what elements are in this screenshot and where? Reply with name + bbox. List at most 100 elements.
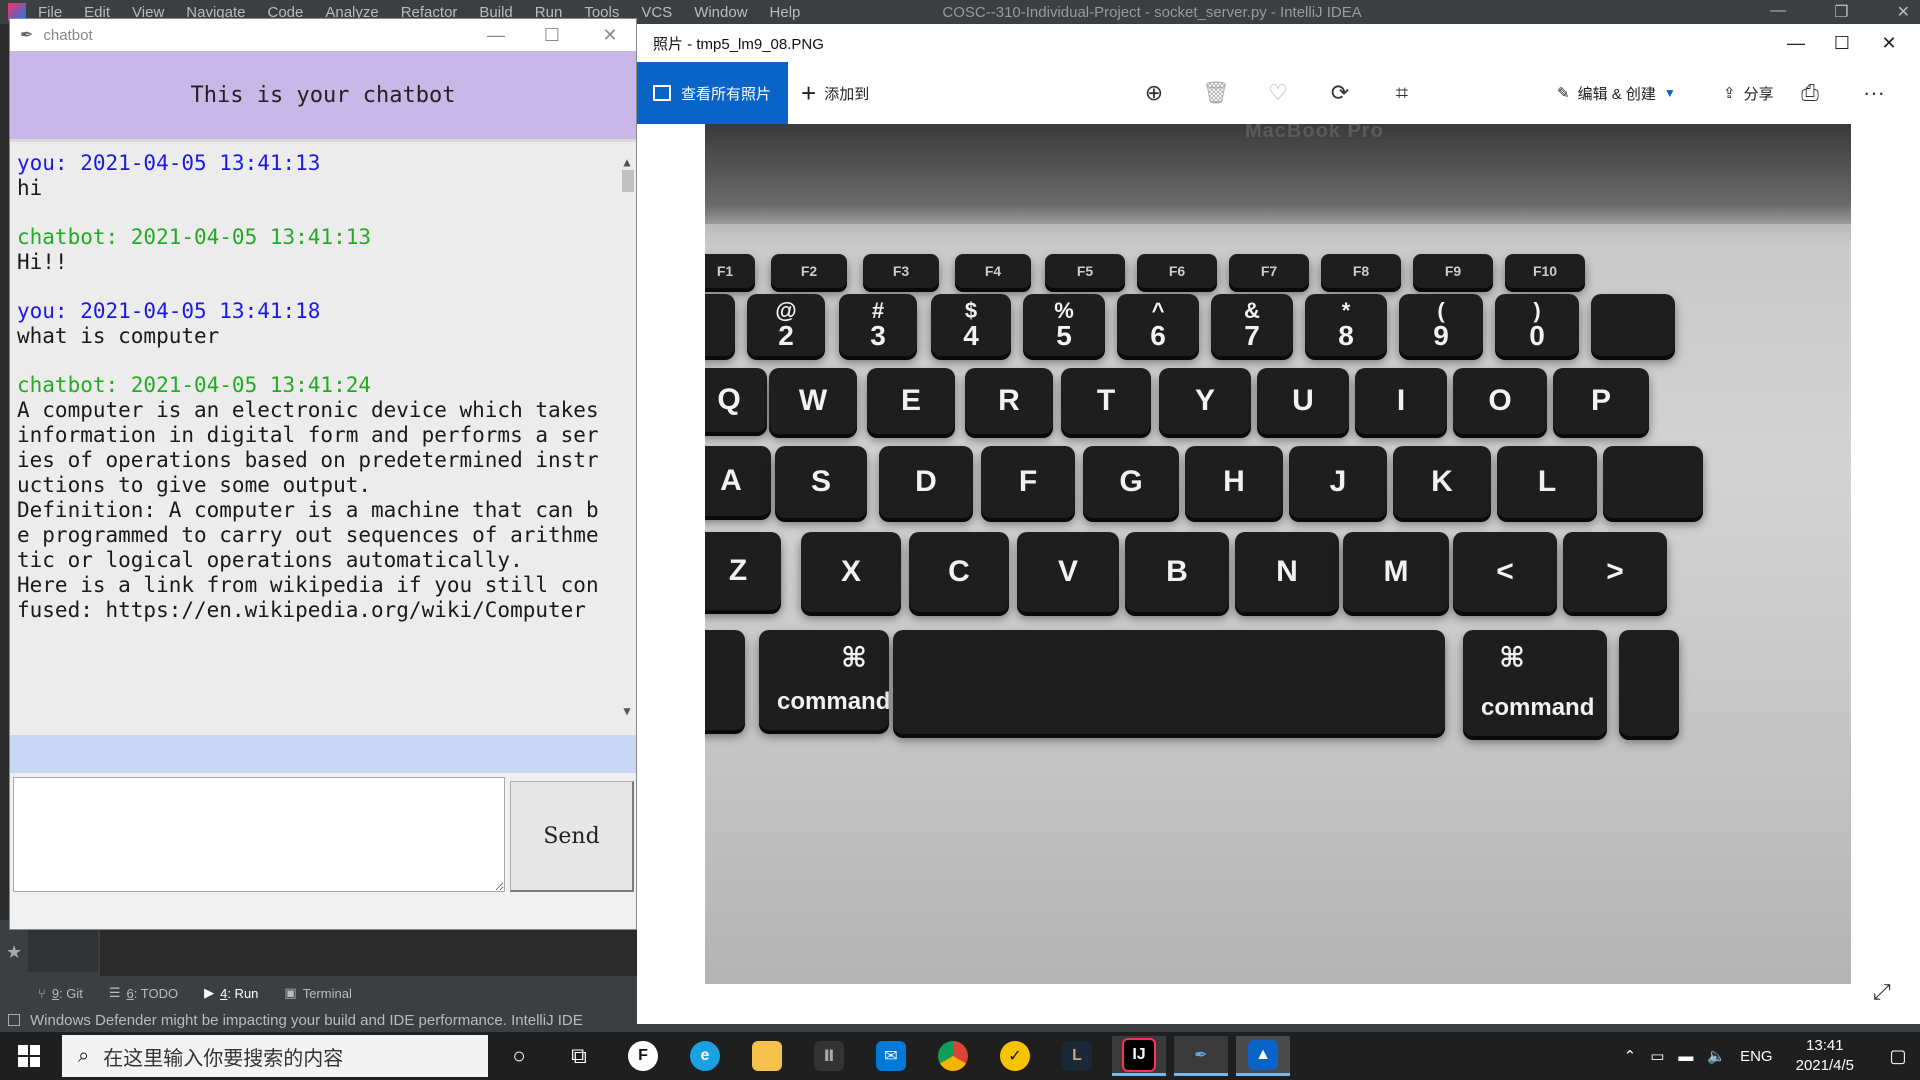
- feather-icon: ✒: [1194, 1046, 1208, 1064]
- close-icon[interactable]: ✕: [1897, 2, 1910, 22]
- photos-toolbar: 查看所有照片 + 添加到 ⊕ 🗑 ♡ ⟳ ⌗ ✎ 编辑 & 创建 ▼ ⇪ 分享 …: [637, 62, 1920, 124]
- network-icon[interactable]: ▭: [1650, 1047, 1664, 1065]
- photos-window-title: 照片 - tmp5_lm9_08.PNG: [653, 35, 824, 53]
- chatbot-header: This is your chatbot: [10, 51, 636, 139]
- taskbar-app-edge[interactable]: e: [678, 1036, 732, 1076]
- plus-icon: +: [801, 77, 817, 108]
- key-space: [893, 630, 1445, 734]
- photo-image[interactable]: MacBook Pro F1 F2 F3 F4 F5 F6 F7 F8 F9 F…: [705, 124, 1851, 984]
- minimize-icon[interactable]: —: [1773, 31, 1819, 55]
- chevron-down-icon[interactable]: ▼: [620, 699, 634, 724]
- message-input[interactable]: [13, 777, 505, 892]
- ide-menu-navigate[interactable]: Navigate: [186, 4, 245, 21]
- ide-tool-stripe: [28, 924, 98, 972]
- chat-log[interactable]: you: 2021-04-05 13:41:13 hi chatbot: 202…: [10, 142, 636, 735]
- task-view-icon: ⧉: [571, 1043, 587, 1068]
- battery-icon[interactable]: ▬: [1678, 1048, 1693, 1065]
- ide-menu-window[interactable]: Window: [694, 4, 747, 21]
- taskbar-app-explorer[interactable]: [740, 1036, 794, 1076]
- intellij-icon: IJ: [1122, 1037, 1156, 1072]
- maximize-icon[interactable]: ☐: [532, 23, 572, 47]
- maximize-icon[interactable]: ☐: [1819, 31, 1865, 55]
- key-f: F: [981, 446, 1075, 518]
- add-to-button[interactable]: + 添加到: [801, 62, 869, 124]
- restore-icon[interactable]: ❐: [1834, 2, 1848, 22]
- minimize-icon[interactable]: —: [476, 23, 516, 47]
- ide-menu-refactor[interactable]: Refactor: [401, 4, 458, 21]
- taskbar-app-intellij[interactable]: IJ: [1112, 1036, 1166, 1076]
- send-button[interactable]: Send: [510, 781, 634, 892]
- language-indicator[interactable]: ENG: [1740, 1048, 1773, 1065]
- chevron-down-icon: ▼: [1663, 86, 1676, 100]
- cortana-button[interactable]: ○: [492, 1036, 546, 1076]
- taskbar-app-mail[interactable]: ✉: [864, 1036, 918, 1076]
- chatbot-window-title: chatbot: [43, 26, 93, 44]
- more-icon[interactable]: ···: [1857, 76, 1891, 110]
- key-f6: F6: [1137, 254, 1217, 288]
- taskbar-app-norton[interactable]: ✓: [988, 1036, 1042, 1076]
- chatbot-titlebar[interactable]: ✒ chatbot — ☐ ✕: [10, 19, 636, 51]
- ide-menu-run[interactable]: Run: [535, 4, 563, 21]
- windows-logo-icon: [18, 1045, 40, 1067]
- league-icon: L: [1062, 1041, 1092, 1071]
- toolwindow-todo[interactable]: ☰ 6: TODO: [109, 985, 178, 1001]
- ide-menu-help[interactable]: Help: [770, 4, 801, 21]
- ide-menu-edit[interactable]: Edit: [84, 4, 110, 21]
- minimize-icon[interactable]: —: [1770, 2, 1786, 22]
- taskbar-app-python[interactable]: ✒: [1174, 1036, 1228, 1076]
- key-u: U: [1257, 368, 1349, 434]
- taskbar-app-predator[interactable]: Ⅱ: [802, 1036, 856, 1076]
- ide-menu-view[interactable]: View: [132, 4, 164, 21]
- taskbar-app-chrome[interactable]: [926, 1036, 980, 1076]
- key-k: K: [1393, 446, 1491, 518]
- toolwindow-terminal[interactable]: ▣ Terminal: [284, 985, 351, 1001]
- status-message[interactable]: Windows Defender might be impacting your…: [30, 1012, 583, 1029]
- ide-menu-code[interactable]: Code: [267, 4, 303, 21]
- crop-icon[interactable]: ⌗: [1385, 76, 1419, 110]
- ide-menu-analyze[interactable]: Analyze: [325, 4, 378, 21]
- taskbar-app-photos[interactable]: ▲: [1236, 1036, 1290, 1076]
- ide-menu-file[interactable]: File: [38, 4, 62, 21]
- key-f1: F1: [705, 254, 755, 288]
- chat-scrollbar[interactable]: ▲ ▼: [620, 150, 634, 724]
- share-button[interactable]: ⇪ 分享: [1723, 62, 1774, 124]
- delete-icon[interactable]: 🗑: [1199, 76, 1233, 110]
- see-all-photos-button[interactable]: 查看所有照片: [637, 62, 788, 124]
- toolwindow-run[interactable]: ▶ 4: Run: [204, 985, 258, 1001]
- key-y: Y: [1159, 368, 1251, 434]
- edit-create-label: 编辑 & 创建: [1577, 85, 1656, 103]
- toolwindow-git[interactable]: ⑂ 9: Git: [38, 986, 83, 1001]
- heart-icon[interactable]: ♡: [1261, 76, 1295, 110]
- key-g: G: [1083, 446, 1179, 518]
- photos-titlebar[interactable]: 照片 - tmp5_lm9_08.PNG — ☐ ✕: [637, 24, 1920, 62]
- key-period: >: [1563, 532, 1667, 612]
- taskbar-app-forza[interactable]: F: [616, 1036, 670, 1076]
- print-icon[interactable]: ⎙: [1793, 76, 1827, 110]
- ide-menu-vcs[interactable]: VCS: [641, 4, 672, 21]
- start-button[interactable]: [0, 1032, 58, 1080]
- message-header: chatbot: 2021-04-05 13:41:13: [17, 225, 372, 249]
- scrollbar-thumb[interactable]: [622, 170, 634, 192]
- message-text: A computer is an electronic device which…: [17, 398, 599, 622]
- favorites-star-icon[interactable]: ★: [6, 942, 22, 963]
- chevron-up-icon[interactable]: ⌃: [1624, 1047, 1637, 1065]
- ide-menu-build[interactable]: Build: [479, 4, 512, 21]
- clock[interactable]: 13:41 2021/4/5: [1796, 1036, 1854, 1076]
- see-all-photos-label: 查看所有照片: [681, 85, 772, 103]
- taskbar-search[interactable]: ⌕ 在这里输入你要搜索的内容: [62, 1035, 488, 1077]
- volume-icon[interactable]: 🔈: [1707, 1047, 1726, 1065]
- status-toggle-icon[interactable]: [8, 1014, 20, 1026]
- chat-message: chatbot: 2021-04-05 13:41:24 A computer …: [17, 373, 609, 623]
- key-f8: F8: [1321, 254, 1401, 288]
- task-view-button[interactable]: ⧉: [552, 1036, 606, 1076]
- close-icon[interactable]: ✕: [1866, 31, 1912, 55]
- ide-menu-tools[interactable]: Tools: [584, 4, 619, 21]
- notification-icon[interactable]: ▢: [1876, 1046, 1920, 1067]
- rotate-icon[interactable]: ⟳: [1323, 76, 1357, 110]
- taskbar-app-league[interactable]: L: [1050, 1036, 1104, 1076]
- message-text: hi: [17, 176, 43, 200]
- close-icon[interactable]: ✕: [590, 23, 630, 47]
- zoom-in-icon[interactable]: ⊕: [1137, 76, 1171, 110]
- expand-icon[interactable]: ⤢: [1873, 979, 1903, 1009]
- edit-create-button[interactable]: ✎ 编辑 & 创建 ▼: [1557, 62, 1676, 124]
